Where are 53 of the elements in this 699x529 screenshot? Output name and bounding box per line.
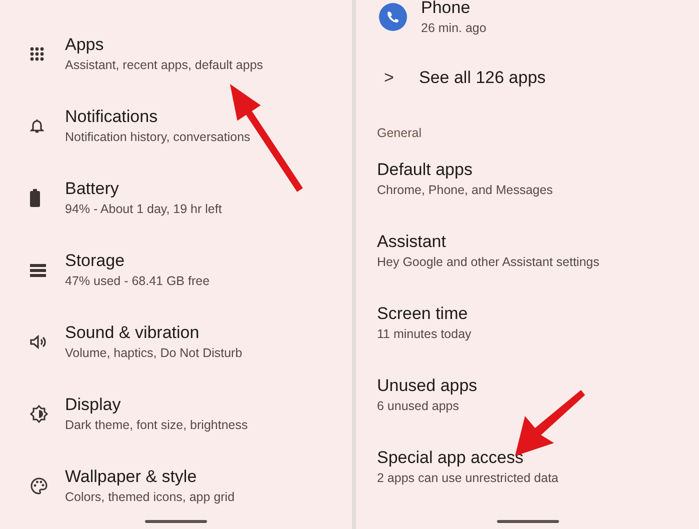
speaker-icon bbox=[30, 335, 46, 349]
item-subtitle: Hey Google and other Assistant settings bbox=[377, 254, 600, 270]
brightness-icon bbox=[30, 405, 48, 423]
settings-item[interactable]: Display Dark theme, font size, brightness bbox=[30, 378, 352, 450]
item-title: Unused apps bbox=[377, 376, 478, 396]
item-subtitle: Colors, themed icons, app grid bbox=[65, 488, 235, 506]
battery-icon bbox=[30, 189, 40, 207]
item-title: Special app access bbox=[377, 448, 524, 468]
storage-icon bbox=[30, 264, 46, 276]
section-header: General bbox=[377, 125, 422, 141]
palette-icon bbox=[30, 477, 48, 495]
item-title: Default apps bbox=[377, 160, 474, 180]
item-title: Storage bbox=[65, 250, 126, 270]
settings-item[interactable]: Assistant Hey Google and other Assistant settings bbox=[377, 215, 699, 287]
see-all-apps-item[interactable]: > See all 126 apps bbox=[377, 67, 699, 89]
item-subtitle: Dark theme, font size, brightness bbox=[65, 416, 248, 434]
bell-icon bbox=[30, 118, 44, 134]
item-title: Display bbox=[65, 394, 122, 414]
item-subtitle: 2 apps can use unrestricted data bbox=[377, 470, 558, 486]
item-title: Phone bbox=[421, 0, 472, 18]
home-indicator bbox=[145, 520, 207, 523]
settings-item[interactable]: Unused apps 6 unused apps bbox=[377, 359, 699, 431]
item-title: Notifications bbox=[65, 106, 159, 126]
item-title: Assistant bbox=[377, 232, 447, 252]
grid-icon bbox=[30, 47, 44, 61]
item-title: Screen time bbox=[377, 304, 469, 324]
settings-item[interactable]: Sound & vibration Volume, haptics, Do Not Disturb bbox=[30, 306, 352, 378]
item-subtitle: 6 unused apps bbox=[377, 398, 460, 414]
item-subtitle: Chrome, Phone, and Messages bbox=[377, 182, 553, 198]
settings-item[interactable]: Battery 94% - About 1 day, 19 hr left bbox=[30, 162, 352, 234]
see-all-label: See all 126 apps bbox=[419, 68, 546, 88]
item-title: Wallpaper & style bbox=[65, 466, 198, 486]
settings-item[interactable]: Screen time 11 minutes today bbox=[377, 287, 699, 359]
home-indicator bbox=[496, 520, 558, 523]
settings-item[interactable]: Notifications Notification history, conversations bbox=[30, 90, 352, 162]
item-subtitle: 11 minutes today bbox=[377, 326, 472, 342]
settings-item[interactable]: Wallpaper & style Colors, themed icons, app grid bbox=[30, 450, 352, 522]
item-title: Sound & vibration bbox=[65, 322, 200, 342]
settings-item[interactable]: Default apps Chrome, Phone, and Messages bbox=[377, 143, 699, 215]
item-title: Battery bbox=[65, 178, 120, 198]
recent-app-item[interactable]: Phone 26 min. ago bbox=[377, 0, 699, 36]
item-subtitle: Notification history, conversations bbox=[65, 128, 250, 146]
item-subtitle: Volume, haptics, Do Not Disturb bbox=[65, 344, 242, 362]
item-subtitle: 26 min. ago bbox=[421, 20, 486, 36]
item-subtitle: Assistant, recent apps, default apps bbox=[65, 56, 264, 74]
item-title: Apps bbox=[65, 34, 105, 54]
phone-icon bbox=[379, 3, 407, 31]
chevron-icon: > bbox=[377, 68, 419, 88]
settings-item[interactable]: Storage 47% used - 68.41 GB free bbox=[30, 234, 352, 306]
settings-item[interactable]: Special app access 2 apps can use unrestricted data bbox=[377, 431, 699, 503]
item-subtitle: 94% - About 1 day, 19 hr left bbox=[65, 200, 222, 218]
item-subtitle: 47% used - 68.41 GB free bbox=[65, 272, 210, 290]
settings-item[interactable]: Apps Assistant, recent apps, default apps bbox=[30, 18, 352, 90]
